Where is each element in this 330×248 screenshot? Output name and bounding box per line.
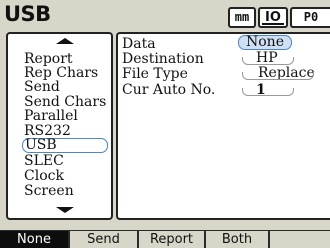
- menu-item-parallel[interactable]: Parallel: [24, 109, 78, 123]
- menu-item-send-chars[interactable]: Send Chars: [24, 95, 106, 109]
- scroll-down-arrow-icon[interactable]: [56, 207, 74, 213]
- io-icon: IO: [262, 10, 284, 25]
- device-screen: USB mm IO P0 Report Rep Chars Send Send …: [0, 0, 330, 248]
- menu-item-rep-chars[interactable]: Rep Chars: [24, 66, 98, 80]
- softkey-both[interactable]: Both: [206, 231, 268, 248]
- units-indicator[interactable]: mm: [228, 7, 256, 28]
- settings-panel: Data Destination File Type Cur Auto No. …: [116, 32, 330, 220]
- screen-title: USB: [4, 2, 51, 26]
- menu-item-usb[interactable]: USB: [22, 138, 108, 153]
- softkey-bar: None Send Report Both: [0, 230, 330, 248]
- preset-indicator[interactable]: P0: [290, 7, 330, 28]
- scroll-up-arrow-icon[interactable]: [56, 38, 74, 44]
- softkey-report[interactable]: Report: [139, 231, 204, 248]
- field-label-cur-auto-no: Cur Auto No.: [122, 82, 216, 98]
- softkey-none[interactable]: None: [0, 231, 68, 248]
- softkey-empty[interactable]: [270, 231, 330, 248]
- menu-item-report[interactable]: Report: [24, 52, 73, 66]
- menu-item-rs232[interactable]: RS232: [24, 124, 71, 138]
- menu-item-slec[interactable]: SLEC: [24, 154, 64, 168]
- field-label-data: Data: [122, 36, 156, 52]
- softkey-send[interactable]: Send: [70, 231, 137, 248]
- menu-item-clock[interactable]: Clock: [24, 169, 64, 183]
- io-indicator[interactable]: IO: [258, 7, 288, 28]
- field-label-file-type: File Type: [122, 66, 188, 82]
- auto-no-value-underline: [242, 88, 294, 96]
- field-value-data[interactable]: None: [238, 35, 292, 50]
- menu-list: Report Rep Chars Send Send Chars Paralle…: [6, 32, 113, 220]
- file-type-value-underline: [242, 72, 314, 80]
- menu-item-send[interactable]: Send: [24, 80, 60, 94]
- destination-value-underline: [242, 57, 294, 65]
- menu-item-screen[interactable]: Screen: [24, 184, 74, 198]
- field-label-destination: Destination: [122, 51, 204, 67]
